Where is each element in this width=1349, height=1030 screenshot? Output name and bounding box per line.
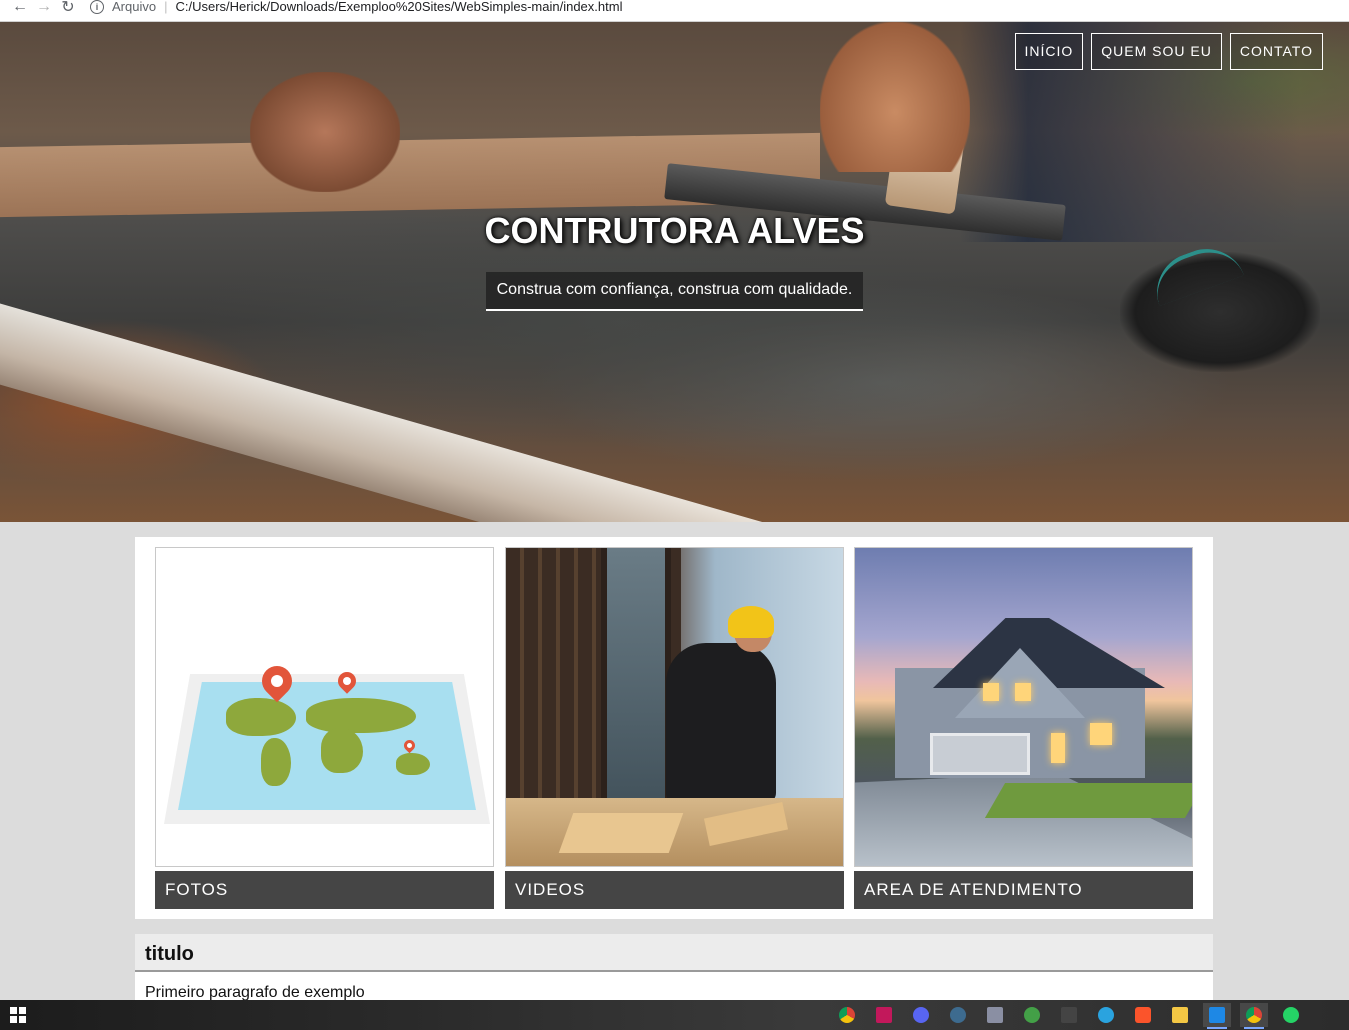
hero-photo-hand-left bbox=[250, 72, 400, 192]
cards-section: FOTOS VIDEOS AREA DE ATENDIMENTO bbox=[135, 537, 1213, 919]
reload-icon[interactable]: ↻ bbox=[56, 0, 80, 18]
house-photo-garage bbox=[930, 733, 1030, 775]
house-photo-lawn bbox=[984, 783, 1192, 818]
taskbar-app-icons bbox=[833, 1003, 1305, 1029]
windows-start-icon[interactable] bbox=[10, 1007, 26, 1023]
nav-inicio-link[interactable]: INÍCIO bbox=[1014, 33, 1084, 70]
map-land-south-america bbox=[261, 738, 291, 786]
app-icon[interactable] bbox=[870, 1003, 898, 1027]
hero-subtitle: Construa com confiança, construa com qua… bbox=[485, 272, 864, 311]
house-photo-window bbox=[1015, 683, 1031, 701]
map-land-australia bbox=[396, 753, 430, 775]
card-fotos[interactable]: FOTOS bbox=[155, 547, 494, 909]
epic-games-icon[interactable] bbox=[1055, 1003, 1083, 1027]
top-navigation: INÍCIO QUEM SOU EU CONTATO bbox=[1014, 33, 1323, 70]
browser-address-bar: ← → ↻ i Arquivo | C:/Users/Herick/Downlo… bbox=[0, 0, 1349, 22]
file-explorer-icon[interactable] bbox=[1166, 1003, 1194, 1027]
hero-title: CONTRUTORA ALVES bbox=[484, 210, 865, 251]
worker-photo-body bbox=[666, 643, 776, 803]
url-scheme-label: Arquivo bbox=[112, 0, 157, 14]
card-caption[interactable]: FOTOS bbox=[155, 871, 494, 909]
back-arrow-icon[interactable]: ← bbox=[8, 0, 32, 18]
map-land-africa bbox=[321, 728, 363, 773]
house-photo-window bbox=[983, 683, 999, 701]
app-icon[interactable] bbox=[981, 1003, 1009, 1027]
app-icon[interactable] bbox=[1018, 1003, 1046, 1027]
construction-worker-image[interactable] bbox=[505, 547, 844, 867]
worker-photo-board bbox=[558, 813, 684, 853]
hero-photo-pipe bbox=[0, 292, 826, 522]
hero-photo-hand-right bbox=[820, 22, 970, 172]
vscode-icon[interactable] bbox=[1203, 1003, 1231, 1029]
house-image[interactable] bbox=[854, 547, 1193, 867]
brave-icon[interactable] bbox=[1129, 1003, 1157, 1027]
card-area-de-atendimento[interactable]: AREA DE ATENDIMENTO bbox=[854, 547, 1193, 909]
forward-arrow-icon[interactable]: → bbox=[32, 0, 56, 18]
house-photo-window bbox=[1090, 723, 1112, 745]
telegram-icon[interactable] bbox=[1092, 1003, 1120, 1027]
hero-banner: INÍCIO QUEM SOU EU CONTATO CONTRUTORA AL… bbox=[0, 22, 1349, 522]
url-separator: | bbox=[164, 0, 168, 14]
nav-quem-sou-eu-link[interactable]: QUEM SOU EU bbox=[1091, 33, 1222, 70]
chrome-icon[interactable] bbox=[833, 1003, 861, 1027]
steam-icon[interactable] bbox=[944, 1003, 972, 1027]
article-title: titulo bbox=[135, 934, 1213, 972]
nav-contato-link[interactable]: CONTATO bbox=[1229, 33, 1323, 70]
card-caption[interactable]: VIDEOS bbox=[505, 871, 844, 909]
map-land-eurasia bbox=[306, 698, 416, 733]
hero-subtitle-wrap: Construa com confiança, construa com qua… bbox=[0, 272, 1349, 311]
card-caption[interactable]: AREA DE ATENDIMENTO bbox=[854, 871, 1193, 909]
world-map-image[interactable] bbox=[155, 547, 494, 867]
windows-taskbar bbox=[0, 1000, 1349, 1030]
worker-photo-window bbox=[601, 548, 671, 808]
whatsapp-icon[interactable] bbox=[1277, 1003, 1305, 1027]
chrome-icon[interactable] bbox=[1240, 1003, 1268, 1029]
worker-photo-helmet bbox=[728, 606, 774, 638]
card-videos[interactable]: VIDEOS bbox=[505, 547, 844, 909]
info-icon[interactable]: i bbox=[90, 0, 104, 14]
map-land-north-america bbox=[226, 698, 296, 736]
house-photo-door bbox=[1051, 733, 1065, 763]
url-text[interactable]: C:/Users/Herick/Downloads/Exemploo%20Sit… bbox=[175, 0, 622, 14]
url-field[interactable]: i Arquivo | C:/Users/Herick/Downloads/Ex… bbox=[90, 0, 622, 14]
discord-icon[interactable] bbox=[907, 1003, 935, 1027]
